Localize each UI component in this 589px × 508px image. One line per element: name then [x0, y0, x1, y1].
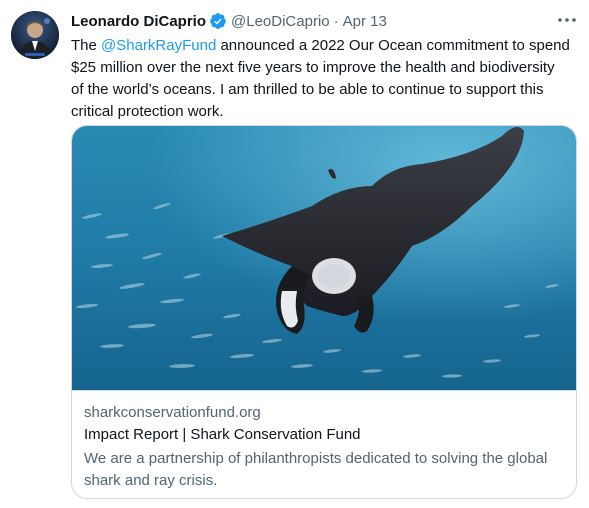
more-options-icon[interactable]	[556, 12, 578, 28]
avatar[interactable]	[11, 11, 59, 59]
card-description: We are a partnership of philanthropists …	[84, 450, 548, 489]
tweet-header: Leonardo DiCaprio @LeoDiCaprio · Apr 13	[71, 11, 387, 31]
link-card[interactable]: sharkconservationfund.org Impact Report …	[71, 125, 577, 499]
separator-dot: ·	[333, 12, 339, 30]
card-title[interactable]: Impact Report | Shark Conservation Fund	[84, 426, 361, 443]
author-name[interactable]: Leonardo DiCaprio	[71, 13, 206, 30]
verified-badge-icon	[209, 12, 227, 30]
card-divider	[72, 390, 576, 391]
avatar-image	[11, 11, 59, 59]
timestamp[interactable]: Apr 13	[343, 13, 387, 30]
tweet[interactable]: Leonardo DiCaprio @LeoDiCaprio · Apr 13 …	[0, 0, 589, 508]
card-image[interactable]	[72, 126, 576, 390]
tweet-text: The @SharkRayFund announced a 2022 Our O…	[71, 35, 571, 123]
mention-link[interactable]: @SharkRayFund	[101, 37, 216, 54]
card-domain[interactable]: sharkconservationfund.org	[84, 404, 261, 421]
author-handle[interactable]: @LeoDiCaprio	[231, 13, 330, 30]
tweet-text-prefix: The	[71, 37, 102, 54]
